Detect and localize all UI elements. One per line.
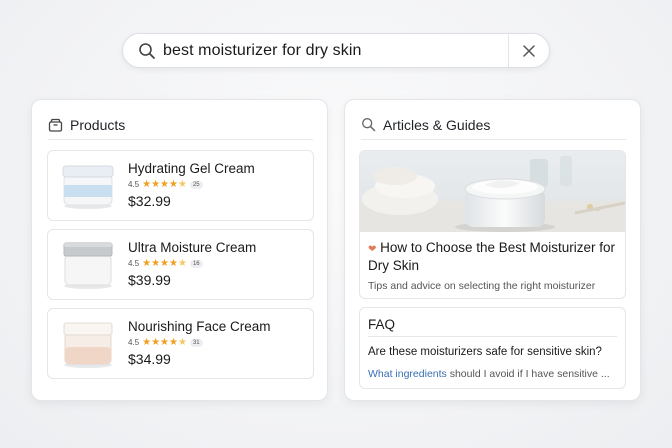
- faq-question-text: should I avoid if I have sensitive ...: [446, 368, 610, 380]
- search-icon: [361, 117, 377, 133]
- articles-header: Articles & Guides: [361, 114, 626, 140]
- faq-question[interactable]: What ingredients should I avoid if I hav…: [368, 368, 617, 380]
- star-rating-icon: ★★★★★: [142, 258, 187, 269]
- rating-value: 4.5: [128, 180, 140, 189]
- clear-search-button[interactable]: [509, 34, 549, 67]
- products-title: Products: [70, 116, 126, 133]
- product-name: Hydrating Gel Cream: [128, 160, 255, 176]
- star-rating-icon: ★★★★★: [142, 179, 187, 190]
- products-panel: Products Hydrating Gel Cream 4.5 ★★★★★ 2…: [31, 99, 328, 401]
- product-rating: 4.5 ★★★★★ 31: [128, 337, 271, 349]
- product-name: Ultra Moisture Cream: [128, 239, 257, 255]
- review-count-badge: 16: [189, 259, 203, 268]
- product-rating: 4.5 ★★★★★ 16: [128, 258, 256, 270]
- articles-title: Articles & Guides: [383, 116, 491, 133]
- product-card[interactable]: Hydrating Gel Cream 4.5 ★★★★★ 25 $32.99: [47, 150, 314, 221]
- product-card[interactable]: Nourishing Face Cream 4.5 ★★★★★ 31 $34.9…: [47, 308, 314, 379]
- article-description: Tips and advice on selecting the right m…: [368, 280, 596, 292]
- faq-title: FAQ: [368, 317, 617, 337]
- product-name: Nourishing Face Cream: [128, 318, 271, 334]
- faq-link[interactable]: What ingredients: [368, 368, 447, 380]
- article-image: [360, 151, 625, 232]
- search-input[interactable]: best moisturizer for dry skin: [163, 42, 508, 60]
- rating-value: 4.5: [128, 259, 140, 268]
- product-price: $34.99: [128, 350, 171, 367]
- product-price: $32.99: [128, 192, 171, 209]
- review-count-badge: 31: [189, 338, 203, 347]
- box-icon: [48, 117, 64, 133]
- faq-question[interactable]: Are these moisturizers safe for sensitiv…: [368, 346, 617, 358]
- article-card[interactable]: ❤ How to Choose the Best Moisturizer for…: [359, 150, 626, 299]
- review-count-badge: 25: [189, 180, 203, 189]
- product-card[interactable]: Ultra Moisture Cream 4.5 ★★★★★ 16 $39.99: [47, 229, 314, 300]
- product-price: $39.99: [128, 271, 171, 288]
- star-rating-icon: ★★★★★: [142, 337, 187, 348]
- search-bar[interactable]: best moisturizer for dry skin: [122, 33, 550, 68]
- faq-card: FAQ Are these moisturizers safe for sens…: [359, 307, 626, 389]
- product-rating: 4.5 ★★★★★ 25: [128, 179, 255, 191]
- flame-icon: ❤: [368, 244, 377, 255]
- product-image: [60, 161, 116, 211]
- product-image: [60, 319, 116, 369]
- close-icon: [523, 44, 535, 57]
- articles-panel: Articles & Guides ❤ How to Choose the Be…: [344, 99, 641, 401]
- products-header: Products: [48, 114, 313, 140]
- rating-value: 4.5: [128, 338, 140, 347]
- article-title[interactable]: How to Choose the Best Moisturizer for D…: [368, 240, 615, 273]
- product-image: [60, 240, 116, 290]
- search-icon: [137, 41, 157, 61]
